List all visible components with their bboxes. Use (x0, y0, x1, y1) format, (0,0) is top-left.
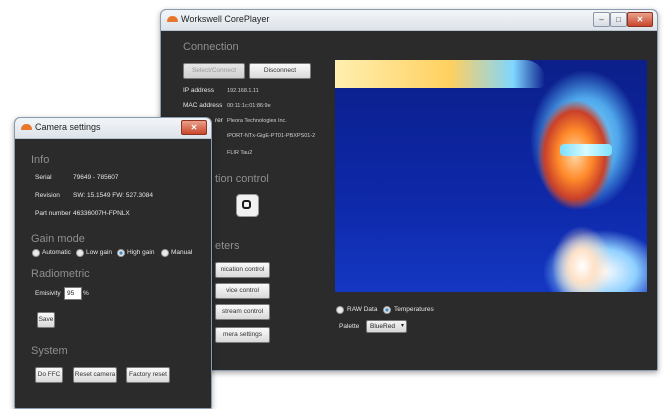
mac-label: MAC address (183, 102, 223, 109)
gain-high-radio[interactable] (117, 249, 125, 257)
gain-mode-heading: Gain mode (31, 233, 85, 245)
save-button[interactable]: Save (37, 312, 55, 328)
gain-automatic-radio[interactable] (32, 249, 40, 257)
do-ffc-button[interactable]: Do FFC (35, 367, 63, 383)
part-number-label: Part number (35, 210, 71, 217)
factory-reset-button[interactable]: Factory reset (126, 367, 170, 383)
disconnect-button[interactable]: Disconnect (249, 63, 311, 79)
parameters-heading: eters (215, 240, 240, 252)
gain-automatic-label: Automatic (42, 249, 71, 256)
ip-label: IP address (183, 87, 214, 94)
acquisition-control-heading: tion control (215, 173, 269, 185)
main-window: Workswell CorePlayer – □ ✕ Connection Se… (160, 9, 658, 371)
gain-low-label: Low gain (86, 249, 113, 256)
stream-control-button[interactable]: stream control (215, 304, 270, 320)
main-window-title: Workswell CorePlayer (181, 14, 270, 24)
gain-manual-radio[interactable] (161, 249, 169, 257)
thermal-glasses-region (560, 144, 612, 156)
manufacturer-label: rer (215, 117, 223, 124)
communication-control-button[interactable]: nication control (215, 262, 270, 278)
revision-label: Revision (35, 192, 60, 199)
maximize-button[interactable]: □ (610, 12, 627, 27)
info-heading: Info (31, 154, 50, 166)
app-logo-icon (21, 124, 32, 130)
device-control-button[interactable]: vice control (215, 283, 270, 299)
connection-heading: Connection (183, 41, 239, 53)
minimize-button[interactable]: – (593, 12, 610, 27)
radiometric-heading: Radiometric (31, 268, 90, 280)
manufacturer-value: Pleora Technologies Inc. (227, 118, 287, 124)
thermal-lamp-region (335, 60, 545, 88)
serial-label: Serial (35, 174, 52, 181)
stop-button[interactable] (236, 194, 259, 217)
main-titlebar[interactable]: Workswell CorePlayer – □ ✕ (161, 10, 657, 31)
emissivity-unit: % (83, 290, 89, 297)
select-connect-button[interactable]: Select/Connect (183, 63, 245, 79)
chevron-down-icon: ▾ (400, 323, 404, 329)
raw-data-label: RAW Data (347, 306, 378, 313)
emissivity-label: Emisivity (35, 290, 61, 297)
thermal-image-view[interactable] (335, 60, 647, 292)
stop-icon (242, 200, 251, 209)
camera-settings-window: Camera settings ✕ Info Serial 79649 - 78… (14, 117, 212, 409)
gain-manual-label: Manual (171, 249, 193, 256)
mac-value: 00:11:1c:01:86:9e (227, 103, 271, 109)
emissivity-input[interactable]: 95 (64, 287, 82, 300)
palette-select[interactable]: BlueRed ▾ (366, 320, 407, 333)
revision-value: SW: 15.1549 FW: 527.3084 (73, 192, 153, 199)
reset-camera-button[interactable]: Reset camera (73, 367, 117, 383)
gain-low-radio[interactable] (76, 249, 84, 257)
camera-settings-button[interactable]: mera settings (215, 327, 270, 343)
vendor-value: FLIR Tau2 (227, 150, 253, 156)
raw-data-radio[interactable] (336, 306, 344, 314)
system-heading: System (31, 345, 68, 357)
temperatures-label: Temperatures (394, 306, 434, 313)
model-value: iPORT-NTx-GigE-PT01-PBXPS01-2 (227, 133, 316, 139)
app-logo-icon (167, 16, 178, 22)
palette-value: BlueRed (370, 323, 395, 330)
temperatures-radio[interactable] (383, 306, 391, 314)
camera-window-title: Camera settings (35, 122, 101, 132)
palette-label: Palette (339, 323, 360, 330)
serial-value: 79649 - 785607 (73, 174, 119, 181)
ip-value: 192.168.1.11 (227, 88, 259, 94)
close-icon[interactable]: ✕ (181, 120, 207, 135)
gain-high-label: High gain (127, 249, 155, 256)
close-icon[interactable]: ✕ (627, 12, 653, 27)
camera-titlebar[interactable]: Camera settings ✕ (15, 118, 211, 139)
part-number-value: 46336007H-FPNLX (73, 210, 130, 217)
